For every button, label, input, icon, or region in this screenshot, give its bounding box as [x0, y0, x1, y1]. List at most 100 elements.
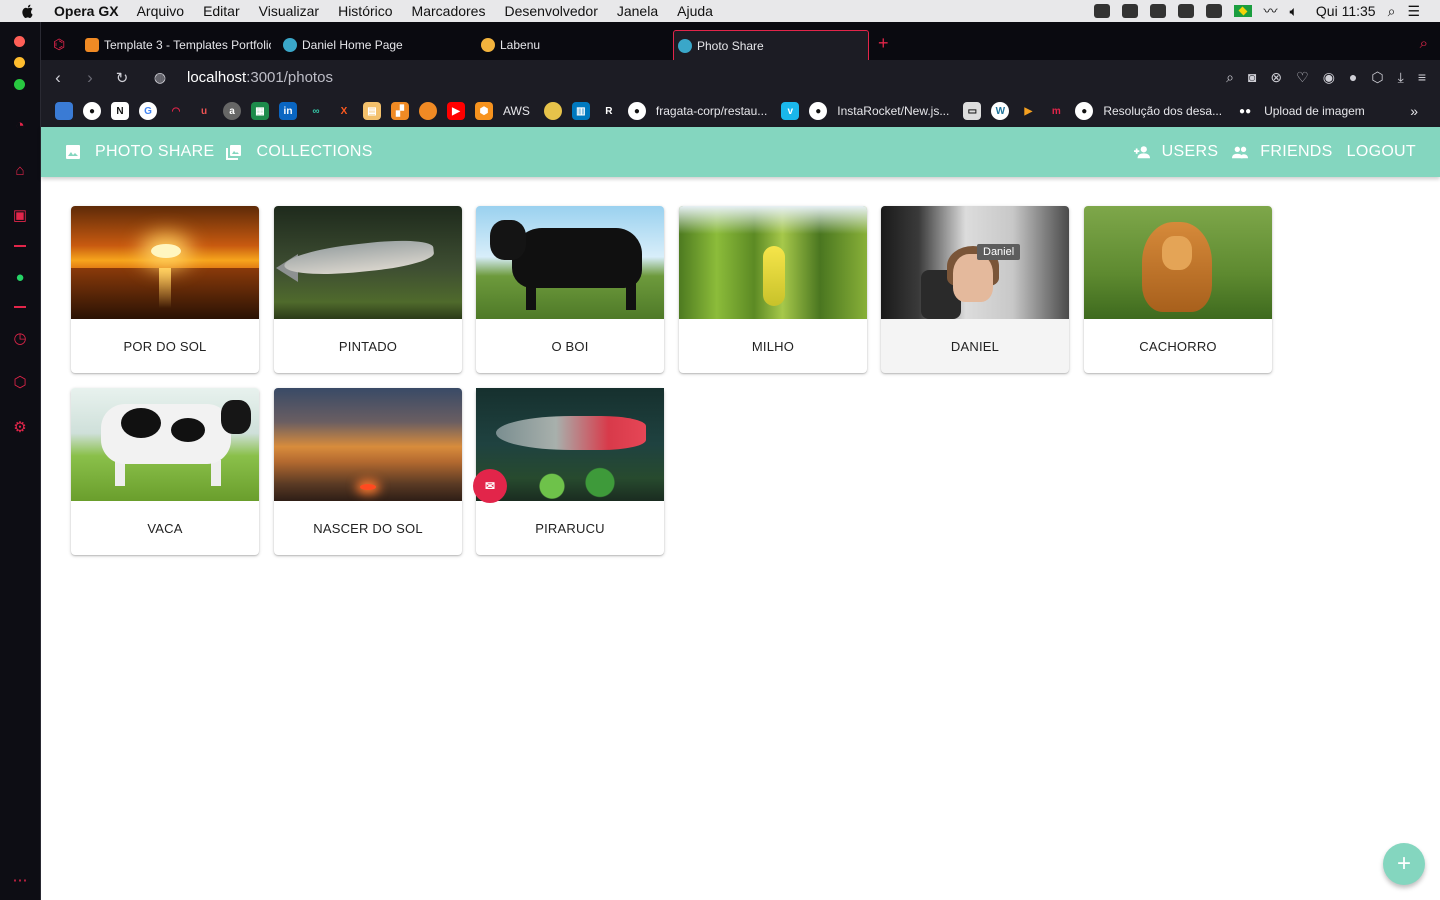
extensions-icon[interactable]: ⬡	[10, 372, 30, 392]
extension-badge-icon[interactable]: ✉	[473, 469, 507, 503]
link-icon[interactable]: ∞	[307, 102, 325, 120]
github-icon[interactable]: ●	[627, 102, 646, 120]
trello-icon[interactable]: ▥	[571, 102, 590, 120]
zoom-window-button[interactable]	[14, 79, 25, 90]
tab-labenu[interactable]: Labenu	[481, 30, 661, 60]
speed-dial-icon[interactable]: ◔	[10, 115, 30, 135]
history-icon[interactable]: ◷	[10, 328, 30, 348]
brazil-flag-icon[interactable]	[1233, 5, 1252, 17]
photo-card[interactable]: Daniel DANIEL	[881, 206, 1069, 373]
photo-image[interactable]	[476, 206, 664, 319]
bookmark-heart-icon[interactable]: ♡	[1296, 69, 1309, 86]
github-icon[interactable]: ●	[1075, 102, 1094, 120]
linkedin-icon[interactable]: in	[279, 102, 297, 120]
gx-control-icon[interactable]: ⌂	[10, 160, 30, 180]
tab-template3[interactable]: Template 3 - Templates Portfolio	[85, 30, 271, 60]
pill-icon[interactable]	[419, 102, 437, 120]
photo-image[interactable]	[679, 206, 867, 319]
cloud-icon[interactable]	[543, 102, 562, 120]
control-center-icon[interactable]: ☰	[1407, 3, 1420, 20]
photo-card[interactable]: O BOI	[476, 206, 664, 373]
reload-button[interactable]: ↻	[111, 69, 133, 87]
easy-setup-icon[interactable]: ≡	[1418, 69, 1426, 86]
grid-icon[interactable]: ▞	[391, 102, 409, 120]
play-icon[interactable]: ▶	[1019, 102, 1037, 120]
profile-icon[interactable]: ●	[1349, 69, 1357, 86]
amazon-icon[interactable]: a	[223, 102, 241, 120]
wordpress-icon[interactable]: W	[991, 102, 1010, 120]
menu-janela[interactable]: Janela	[617, 3, 658, 19]
nav-logout[interactable]: LOGOUT	[1347, 143, 1416, 161]
close-window-button[interactable]	[14, 36, 25, 47]
adblock-icon[interactable]: ⊗	[1270, 69, 1282, 86]
sheet-icon[interactable]: ▦	[251, 102, 269, 120]
google-icon[interactable]: G	[139, 102, 157, 120]
m-icon[interactable]: m	[1047, 102, 1065, 120]
bookmark-instarocket[interactable]: InstaRocket/New.js...	[837, 104, 949, 118]
whatsapp-icon[interactable]: ●	[10, 267, 30, 287]
notification-icon[interactable]	[1093, 4, 1110, 18]
site-info-icon[interactable]: ◍	[149, 69, 171, 86]
extensions-box-icon[interactable]: ⬡	[1371, 69, 1383, 86]
bookmark-fragata[interactable]: fragata-corp/restau...	[656, 104, 767, 118]
bookmarks-overflow-icon[interactable]: »	[1410, 103, 1440, 119]
x-icon[interactable]: X	[335, 102, 353, 120]
nav-collections[interactable]: COLLECTIONS	[226, 143, 372, 161]
stack-icon[interactable]	[55, 102, 73, 120]
search-icon[interactable]: ⌕	[1226, 69, 1234, 86]
youtube-icon[interactable]: ▶	[447, 102, 465, 120]
nav-photo-share[interactable]: PHOTO SHARE	[65, 143, 214, 161]
settings-icon[interactable]: ⚙	[10, 417, 30, 437]
menu-editar[interactable]: Editar	[203, 3, 240, 19]
photo-card[interactable]: ✉ PIRARUCU	[473, 388, 664, 555]
apple-icon[interactable]	[18, 3, 38, 19]
photo-card[interactable]: POR DO SOL	[71, 206, 259, 373]
photo-card[interactable]: VACA	[71, 388, 259, 555]
menu-marcadores[interactable]: Marcadores	[412, 3, 486, 19]
github-icon[interactable]: ●	[809, 102, 828, 120]
bookmark-aws[interactable]: AWS	[503, 104, 530, 118]
photo-image[interactable]	[71, 388, 259, 501]
terminal-icon[interactable]: ▭	[963, 102, 982, 120]
photo-image[interactable]	[1084, 206, 1272, 319]
udemy-icon[interactable]: u	[195, 102, 213, 120]
photo-card[interactable]: NASCER DO SOL	[274, 388, 462, 555]
twitch-icon[interactable]: ▣	[10, 205, 30, 225]
tab-daniel-home[interactable]: Daniel Home Page	[283, 30, 463, 60]
photo-image[interactable]: Daniel	[881, 206, 1069, 319]
calendar-icon[interactable]: ▤	[363, 102, 381, 120]
new-tab-button[interactable]: +	[878, 33, 889, 54]
menu-ajuda[interactable]: Ajuda	[677, 3, 713, 19]
app-menu-name[interactable]: Opera GX	[54, 3, 119, 19]
diamond-icon[interactable]	[1205, 4, 1222, 18]
snapshot-icon[interactable]: ◙	[1248, 69, 1256, 86]
photo-image[interactable]	[274, 388, 462, 501]
wifi-icon[interactable]: 〰	[1264, 1, 1278, 21]
back-button[interactable]: ‹	[47, 68, 69, 88]
notion-icon[interactable]: N	[111, 102, 129, 120]
forward-button[interactable]: ›	[79, 68, 101, 88]
photo-image[interactable]	[274, 206, 462, 319]
volume-icon[interactable]: 🔈︎	[1290, 3, 1298, 20]
minimize-window-button[interactable]	[14, 57, 25, 68]
photo-card[interactable]: MILHO	[679, 206, 867, 373]
clock[interactable]: Qui 11:35	[1316, 3, 1376, 19]
menu-visualizar[interactable]: Visualizar	[259, 3, 319, 19]
menu-desenvolvedor[interactable]: Desenvolvedor	[504, 3, 597, 19]
download-icon[interactable]: ⤓	[1398, 69, 1404, 86]
more-icon[interactable]: ⋯	[10, 870, 30, 890]
medium-icon[interactable]: ●●	[1236, 102, 1254, 120]
photo-card[interactable]: CACHORRO	[1084, 206, 1272, 373]
photo-image[interactable]	[71, 206, 259, 319]
spotlight-search-icon[interactable]: ⌕	[1388, 3, 1396, 20]
user-icon[interactable]	[1177, 4, 1194, 18]
gx-corner-icon[interactable]: ⌬	[53, 36, 65, 53]
cloud-icon[interactable]	[1121, 4, 1138, 18]
menu-historico[interactable]: Histórico	[338, 3, 392, 19]
speedometer-icon[interactable]: ◠	[167, 102, 185, 120]
aws-icon[interactable]: ⬢	[475, 102, 493, 120]
nav-friends[interactable]: FRIENDS	[1232, 143, 1332, 161]
github-icon[interactable]: ●	[83, 102, 101, 120]
tab-photo-share[interactable]: Photo Share	[673, 30, 869, 60]
add-photo-button[interactable]: +	[1383, 843, 1425, 885]
